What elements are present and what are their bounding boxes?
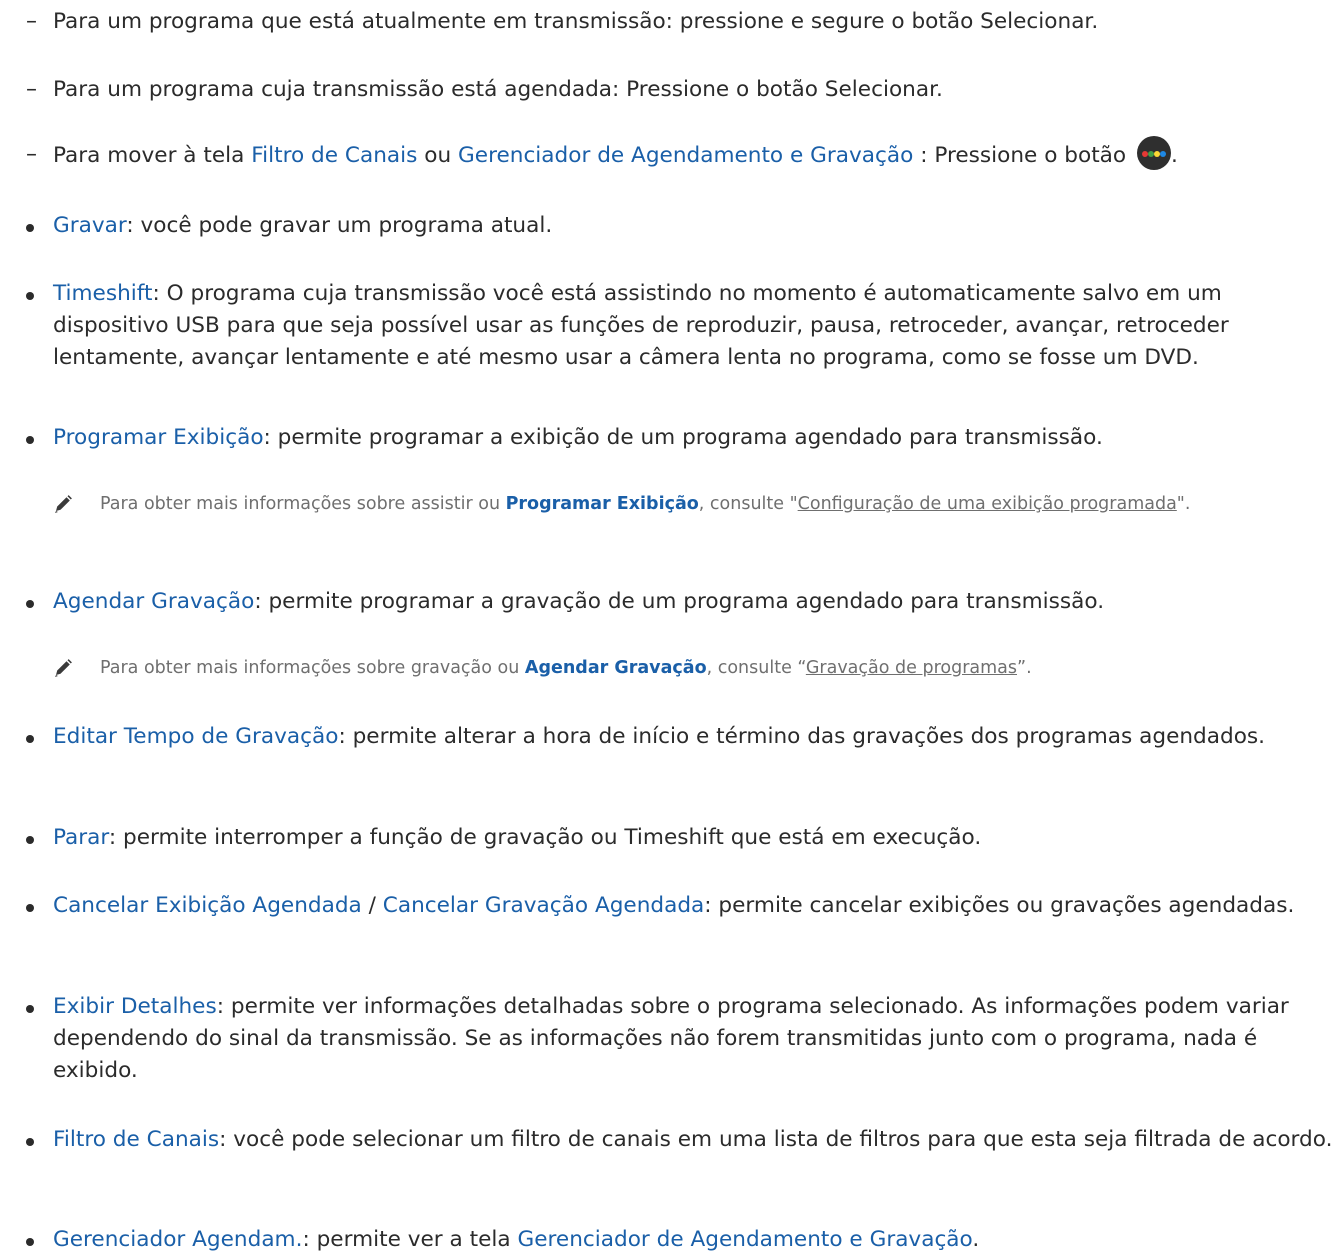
term-programar-exibicao[interactable]: Programar Exibição	[53, 425, 264, 450]
note-end: ”.	[1017, 658, 1032, 678]
link-gerenciador-agendamento[interactable]: Gerenciador de Agendamento e Gravação	[458, 143, 913, 168]
item-text: Para um programa que está atualmente em …	[53, 9, 1099, 34]
bullet-marker	[26, 436, 34, 444]
item-desc: : permite ver a tela	[302, 1227, 518, 1252]
item-text: Para mover à tela Filtro de Canais ou Ge…	[53, 136, 1337, 173]
term-programar-exibicao[interactable]: Programar Exibição	[506, 494, 699, 514]
item-desc: : permite cancelar exibições ou gravaçõe…	[704, 893, 1295, 918]
item-desc: : permite programar a exibição de um pro…	[263, 425, 1103, 450]
term-cancelar-exibicao[interactable]: Cancelar Exibição Agendada	[53, 893, 362, 918]
item-prefix: Para mover à tela	[53, 143, 252, 168]
term-agendar-gravacao[interactable]: Agendar Gravação	[53, 589, 254, 614]
note-mid: , consulte "	[698, 494, 798, 514]
bullet-marker	[26, 735, 34, 743]
term-timeshift[interactable]: Timeshift	[53, 281, 152, 306]
link-gravacao-programas[interactable]: Gravação de programas	[806, 658, 1017, 678]
item-desc: : você pode selecionar um filtro de cana…	[219, 1127, 1333, 1152]
term-agendar-gravacao[interactable]: Agendar Gravação	[525, 658, 707, 678]
item-mid: ou	[417, 143, 459, 168]
blue-dot	[1159, 151, 1166, 157]
bullet-marker	[26, 292, 34, 300]
term-gravar[interactable]: Gravar	[53, 213, 126, 238]
item-desc: : permite alterar a hora de início e tér…	[338, 724, 1266, 749]
bullet-marker	[26, 224, 34, 232]
term-editar-tempo[interactable]: Editar Tempo de Gravação	[53, 724, 338, 749]
bullet-marker	[26, 1238, 34, 1246]
term-filtro-canais[interactable]: Filtro de Canais	[53, 1127, 219, 1152]
item-sep: /	[361, 893, 383, 918]
note-prefix: Para obter mais informações sobre assist…	[100, 494, 506, 514]
item-desc: : você pode gravar um programa atual.	[126, 213, 553, 238]
bullet-marker	[26, 1005, 34, 1013]
link-configuracao-exibicao[interactable]: Configuração de uma exibição programada	[798, 494, 1177, 514]
dash-marker: –	[26, 9, 37, 34]
bullet-marker	[26, 904, 34, 912]
term-exibir-detalhes[interactable]: Exibir Detalhes	[53, 994, 217, 1019]
term-gerenciador-agendamento[interactable]: Gerenciador de Agendamento e Gravação	[517, 1227, 972, 1252]
dash-marker: –	[26, 142, 37, 167]
note-prefix: Para obter mais informações sobre gravaç…	[100, 658, 525, 678]
bullet-marker	[26, 836, 34, 844]
term-parar[interactable]: Parar	[53, 825, 109, 850]
item-desc: : permite programar a gravação de um pro…	[254, 589, 1105, 614]
item-text: Para um programa cuja transmissão está a…	[53, 77, 943, 102]
bullet-marker	[26, 1138, 34, 1146]
bullet-marker	[26, 600, 34, 608]
link-filtro-canais[interactable]: Filtro de Canais	[251, 143, 417, 168]
item-desc: : O programa cuja transmissão você está …	[53, 281, 1229, 370]
dash-marker: –	[26, 77, 37, 102]
term-cancelar-gravacao[interactable]: Cancelar Gravação Agendada	[383, 893, 705, 918]
pencil-icon	[55, 495, 72, 513]
item-end: .	[972, 1227, 980, 1252]
note-end: ".	[1176, 494, 1191, 514]
item-desc: : permite ver informações detalhadas sob…	[53, 994, 1289, 1083]
note-mid: , consulte “	[706, 658, 806, 678]
pencil-icon	[55, 659, 72, 677]
term-gerenciador-agendam[interactable]: Gerenciador Agendam.	[53, 1227, 302, 1252]
item-end: .	[1170, 143, 1178, 168]
color-button-icon	[1136, 136, 1171, 170]
item-suffix: : Pressione o botão	[913, 143, 1133, 168]
item-desc: : permite interromper a função de gravaç…	[108, 825, 982, 850]
